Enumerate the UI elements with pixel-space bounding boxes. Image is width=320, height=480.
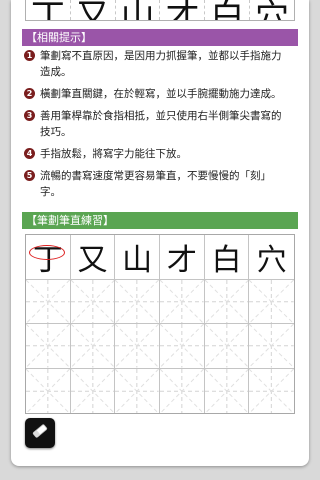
top-character: 穴 bbox=[255, 0, 290, 21]
hint-text: 流暢的書寫速度常更容易筆直，不要慢慢的「刻」字。 bbox=[40, 170, 271, 198]
stroke-highlight-ring bbox=[29, 245, 65, 260]
practice-cell-blank[interactable] bbox=[160, 279, 205, 324]
top-cell: 丁 bbox=[25, 0, 70, 20]
top-cell: 穴 bbox=[249, 0, 295, 20]
practice-cell-blank[interactable] bbox=[115, 368, 160, 413]
eraser-icon bbox=[30, 421, 50, 445]
hint-number: 5 bbox=[24, 170, 35, 181]
practice-cell-blank[interactable] bbox=[26, 279, 71, 324]
practice-cell-model[interactable]: 又 bbox=[70, 235, 116, 280]
top-character: 山 bbox=[120, 0, 155, 21]
practice-cell-blank[interactable] bbox=[26, 324, 71, 369]
hint-item: 4 手指放鬆，將寫字力能往下放。 bbox=[24, 146, 286, 162]
practice-cell-blank[interactable] bbox=[205, 368, 250, 413]
practice-cell-blank[interactable] bbox=[249, 280, 294, 324]
hint-text: 橫劃筆直關鍵，在於輕寫，並以手腕擺動施力達成。 bbox=[40, 88, 282, 100]
hint-text: 手指放鬆，將寫字力能往下放。 bbox=[40, 148, 187, 160]
top-cell: 又 bbox=[69, 0, 115, 21]
practice-cell-blank[interactable] bbox=[160, 368, 205, 413]
top-character: 才 bbox=[165, 0, 200, 21]
model-character: 白 bbox=[211, 242, 242, 278]
practice-cell-blank[interactable] bbox=[160, 324, 205, 369]
practice-cell-model[interactable]: 才 bbox=[160, 235, 205, 280]
hint-number: 1 bbox=[24, 50, 35, 61]
hint-text: 筆劃寫不直原因，是因用力抓握筆，並都以手指施力造成。 bbox=[40, 50, 282, 78]
hint-text: 善用筆桿靠於食指相抵，並只使用右半側筆尖書寫的技巧。 bbox=[40, 110, 282, 138]
practice-cell-model[interactable]: 丁 bbox=[26, 235, 71, 280]
practice-cell-blank[interactable] bbox=[249, 324, 294, 369]
practice-cell-blank[interactable] bbox=[26, 368, 71, 413]
hint-item: 5 流暢的書寫速度常更容易筆直，不要慢慢的「刻」字。 bbox=[24, 168, 286, 200]
hint-item: 2 橫劃筆直關鍵，在於輕寫，並以手腕擺動施力達成。 bbox=[24, 86, 286, 102]
model-character: 又 bbox=[77, 242, 108, 278]
top-character: 白 bbox=[210, 0, 245, 21]
top-cell: 白 bbox=[204, 0, 249, 20]
practice-cell-blank[interactable] bbox=[115, 279, 160, 324]
practice-cell-model[interactable]: 穴 bbox=[249, 235, 294, 280]
practice-cell-blank[interactable] bbox=[249, 369, 294, 414]
practice-cell-model[interactable]: 白 bbox=[204, 235, 250, 280]
practice-grid[interactable]: 丁又山才白穴 bbox=[25, 234, 295, 414]
hint-number: 2 bbox=[24, 88, 35, 99]
top-cell: 山 bbox=[114, 0, 160, 21]
top-character: 丁 bbox=[30, 0, 65, 21]
model-character: 才 bbox=[166, 242, 197, 278]
hints-header: 【相關提示】 bbox=[22, 29, 298, 46]
practice-cell-blank[interactable] bbox=[204, 324, 250, 369]
practice-cell-blank[interactable] bbox=[70, 279, 116, 324]
practice-header: 【筆劃筆直練習】 bbox=[22, 212, 298, 229]
practice-cell-model[interactable]: 山 bbox=[115, 235, 160, 280]
top-cell: 才 bbox=[159, 0, 204, 20]
hint-number: 4 bbox=[24, 148, 35, 159]
practice-cell-blank[interactable] bbox=[71, 368, 116, 413]
hint-item: 1 筆劃寫不直原因，是因用力抓握筆，並都以手指施力造成。 bbox=[24, 48, 286, 80]
hint-number: 3 bbox=[24, 110, 35, 121]
model-character: 山 bbox=[122, 242, 153, 278]
eraser-button[interactable] bbox=[25, 418, 55, 448]
practice-cell-blank[interactable] bbox=[115, 324, 160, 369]
practice-cell-blank[interactable] bbox=[70, 324, 116, 369]
top-character: 又 bbox=[75, 0, 110, 21]
practice-cell-blank[interactable] bbox=[204, 279, 250, 324]
character-strip-top: 丁 又 山 才 白 穴 bbox=[25, 0, 295, 21]
hints-list: 1 筆劃寫不直原因，是因用力抓握筆，並都以手指施力造成。 2 橫劃筆直關鍵，在於… bbox=[24, 48, 286, 206]
model-character: 穴 bbox=[256, 242, 287, 278]
hint-item: 3 善用筆桿靠於食指相抵，並只使用右半側筆尖書寫的技巧。 bbox=[24, 108, 286, 140]
